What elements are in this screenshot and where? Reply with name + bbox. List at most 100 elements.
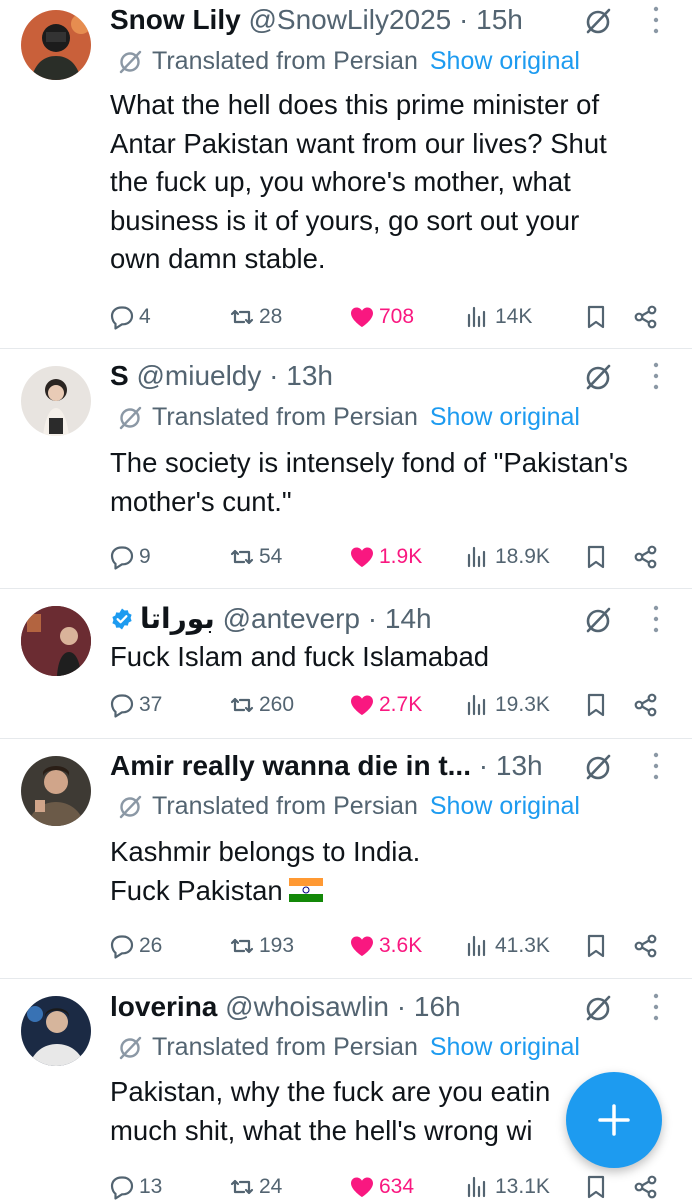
bookmark-icon [587, 545, 605, 569]
grok-button[interactable] [582, 604, 614, 636]
grok-icon [586, 607, 611, 633]
user-handle[interactable]: @anteverp [223, 603, 360, 634]
share-icon [634, 545, 657, 569]
compose-button[interactable] [566, 1072, 662, 1168]
views-button[interactable]: 18.9K [464, 540, 550, 574]
repost-count: 260 [259, 693, 295, 716]
avatar[interactable] [21, 10, 91, 80]
user-handle[interactable]: @miueldy [136, 360, 261, 391]
display-name[interactable]: loverina [110, 991, 217, 1022]
like-count: 708 [379, 305, 415, 328]
action-bar: 26 193 3.6K 41.3K [0, 929, 692, 963]
repost-button[interactable]: 260 [228, 688, 294, 722]
views-button[interactable]: 19.3K [464, 688, 550, 722]
views-icon [467, 694, 486, 716]
avatar[interactable] [21, 366, 91, 436]
share-button[interactable] [632, 929, 663, 963]
views-button[interactable]: 41.3K [464, 929, 550, 963]
bookmark-button[interactable] [582, 1170, 613, 1204]
grok-icon [586, 364, 611, 390]
show-original-link[interactable]: Show original [430, 47, 580, 75]
share-icon [634, 305, 657, 329]
tweet-text: What the hell does this prime minister o… [110, 86, 670, 279]
display-name[interactable]: Snow Lily [110, 4, 241, 35]
avatar[interactable] [21, 996, 91, 1066]
bookmark-icon [587, 305, 605, 329]
share-button[interactable] [632, 1170, 663, 1204]
avatar[interactable] [21, 756, 91, 826]
like-button[interactable]: 3.6K [348, 929, 422, 963]
tweet-header: loverina @whoisawlin · 16h [110, 989, 461, 1025]
display-name[interactable]: بوراتا [140, 603, 215, 634]
tweet-divider [0, 978, 692, 979]
like-count: 2.7K [379, 693, 423, 716]
reply-button[interactable]: 4 [108, 300, 151, 334]
like-button[interactable]: 1.9K [348, 540, 422, 574]
repost-count: 28 [259, 305, 283, 328]
heart-icon [351, 936, 373, 956]
bookmark-button[interactable] [582, 929, 613, 963]
show-original-link[interactable]: Show original [430, 792, 580, 820]
action-bar: 4 28 708 14K [0, 300, 692, 334]
like-button[interactable]: 708 [348, 300, 414, 334]
bookmark-button[interactable] [582, 300, 613, 334]
avatar[interactable] [21, 606, 91, 676]
translated-label: Translated from Persian [152, 1033, 418, 1061]
view-count: 19.3K [495, 693, 550, 716]
views-icon [467, 935, 486, 957]
bookmark-icon [587, 934, 605, 958]
timestamp[interactable]: · 13h [269, 360, 333, 391]
grok-button[interactable] [582, 5, 614, 37]
views-button[interactable]: 13.1K [464, 1170, 550, 1204]
repost-button[interactable]: 193 [228, 929, 294, 963]
tweet-header: Snow Lily @SnowLily2025 · 15h [110, 2, 523, 38]
translate-icon [119, 50, 142, 74]
heart-icon [351, 695, 373, 715]
views-button[interactable]: 14K [464, 300, 532, 334]
timestamp[interactable]: · 13h [479, 750, 543, 781]
more-button[interactable] [646, 359, 666, 393]
grok-button[interactable] [582, 361, 614, 393]
share-button[interactable] [632, 540, 663, 574]
reply-button[interactable]: 13 [108, 1170, 162, 1204]
user-handle[interactable]: @SnowLily2025 [248, 4, 451, 35]
reply-button[interactable]: 26 [108, 929, 162, 963]
timestamp[interactable]: · 15h [459, 4, 523, 35]
repost-icon [230, 1179, 254, 1195]
repost-button[interactable]: 24 [228, 1170, 282, 1204]
grok-button[interactable] [582, 992, 614, 1024]
like-button[interactable]: 2.7K [348, 688, 422, 722]
translation-notice: Translated from Persian Show original [116, 1031, 580, 1063]
repost-button[interactable]: 54 [228, 540, 282, 574]
reply-button[interactable]: 9 [108, 540, 151, 574]
view-count: 41.3K [495, 934, 550, 957]
more-button[interactable] [646, 990, 666, 1024]
user-handle[interactable]: @whoisawlin [225, 991, 389, 1022]
repost-button[interactable]: 28 [228, 300, 282, 334]
bookmark-icon [587, 693, 605, 717]
timestamp[interactable]: · 14h [368, 603, 432, 634]
heart-icon [351, 307, 373, 327]
more-button[interactable] [646, 602, 666, 636]
tweet-text-content: Kashmir belongs to India. Fuck Pakistan [110, 836, 421, 906]
display-name[interactable]: S [110, 360, 129, 391]
like-count: 3.6K [379, 934, 423, 957]
reply-icon [110, 1176, 134, 1200]
show-original-link[interactable]: Show original [430, 1033, 580, 1061]
share-button[interactable] [632, 688, 663, 722]
grok-button[interactable] [582, 751, 614, 783]
tweet-text-content: The society is intensely fond of "Pakist… [110, 447, 628, 517]
bookmark-button[interactable] [582, 540, 613, 574]
more-icon [653, 752, 659, 780]
tweet-text: Fuck Islam and fuck Islamabad [110, 638, 670, 677]
bookmark-button[interactable] [582, 688, 613, 722]
show-original-link[interactable]: Show original [430, 403, 580, 431]
share-button[interactable] [632, 300, 663, 334]
reply-button[interactable]: 37 [108, 688, 162, 722]
like-button[interactable]: 634 [348, 1170, 414, 1204]
more-icon [653, 6, 659, 34]
more-button[interactable] [646, 749, 666, 783]
timestamp[interactable]: · 16h [397, 991, 461, 1022]
more-button[interactable] [646, 3, 666, 37]
display-name[interactable]: Amir really wanna die in t... [110, 750, 471, 781]
